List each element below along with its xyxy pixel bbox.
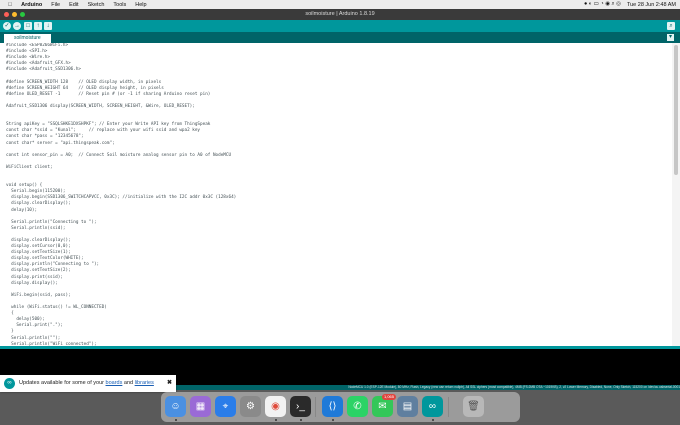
code-editor[interactable]: #include <ESP8266WiFi.h> #include <SPI.h… (0, 43, 672, 346)
running-indicator (175, 419, 177, 421)
new-sketch-button[interactable]: □ (24, 22, 32, 30)
chrome-icon[interactable]: ◉ (265, 396, 286, 417)
open-sketch-button[interactable]: ↑ (34, 22, 42, 30)
menu-tools[interactable]: Tools (113, 2, 126, 8)
minimize-window-icon[interactable] (12, 12, 17, 17)
code-text[interactable]: #include <ESP8266WiFi.h> #include <SPI.h… (6, 43, 670, 346)
save-sketch-button[interactable]: ↓ (44, 22, 52, 30)
toolbar: ✓ → □ ↑ ↓ ⌕ (0, 20, 680, 32)
close-notification-icon[interactable]: ✖ (167, 379, 172, 386)
upload-button[interactable]: → (13, 22, 21, 30)
finder-icon[interactable]: ☺ (165, 396, 186, 417)
arduino-icon[interactable]: ∞ (422, 396, 443, 417)
system-preferences-icon[interactable]: ⚙ (240, 396, 261, 417)
notification-text: Updates available for some of your board… (19, 380, 154, 386)
close-window-icon[interactable] (4, 12, 9, 17)
running-indicator (432, 419, 434, 421)
serial-monitor-button[interactable]: ⌕ (667, 22, 675, 30)
vscode-icon[interactable]: ⟨⟩ (322, 396, 343, 417)
menu-app-name[interactable]: Arduino (21, 2, 42, 8)
boards-link[interactable]: boards (106, 380, 123, 386)
tab-bar: soilmoisture ▾ (0, 32, 680, 43)
dock: ☺ ▦ ⌖ ⚙ ◉ ›_ ⟨⟩ ✆ ✉ 1,065 ▤ ∞ 🗑 (161, 392, 520, 422)
scrollbar-thumb[interactable] (674, 45, 678, 175)
menu-file[interactable]: File (51, 2, 60, 8)
zoom-window-icon[interactable] (20, 12, 25, 17)
update-notification[interactable]: ∞ Updates available for some of your boa… (0, 375, 176, 392)
window-titlebar: soilmoisture | Arduino 1.8.19 (0, 9, 680, 20)
running-indicator (332, 419, 334, 421)
tab-menu-button[interactable]: ▾ (667, 34, 674, 41)
menu-edit[interactable]: Edit (69, 2, 78, 8)
terminal-icon[interactable]: ›_ (290, 396, 311, 417)
menu-help[interactable]: Help (135, 2, 146, 8)
launchpad-icon[interactable]: ▦ (190, 396, 211, 417)
messages-icon[interactable]: ✉ 1,065 (372, 394, 396, 417)
status-icons[interactable]: ● ◐ ▭ ◔ ◉ ⌕ ◎ (584, 1, 621, 8)
apple-menu-icon[interactable]:  (8, 2, 12, 8)
messages-badge: 1,065 (381, 394, 396, 400)
running-indicator (275, 419, 277, 421)
board-config-text: NodeMCU 1.0 (ESP-12E Module), 80 MHz, Fl… (348, 385, 680, 389)
tab-soilmoisture[interactable]: soilmoisture (4, 34, 51, 43)
verify-button[interactable]: ✓ (3, 22, 11, 30)
window-title: soilmoisture | Arduino 1.8.19 (305, 11, 375, 17)
running-indicator (300, 419, 302, 421)
safari-icon[interactable]: ⌖ (215, 396, 236, 417)
dock-separator (448, 397, 449, 417)
arduino-logo-icon: ∞ (4, 378, 15, 389)
preview-icon[interactable]: ▤ (397, 396, 418, 417)
menu-sketch[interactable]: Sketch (88, 2, 105, 8)
trash-icon[interactable]: 🗑 (463, 396, 484, 417)
whatsapp-icon[interactable]: ✆ (347, 396, 368, 417)
menu-bar:  Arduino File Edit Sketch Tools Help ● … (0, 0, 680, 9)
libraries-link[interactable]: libraries (135, 380, 154, 386)
clock[interactable]: Tue 28 Jun 2:48 AM (627, 2, 676, 8)
editor-scrollbar[interactable] (672, 43, 680, 346)
dock-separator (315, 397, 316, 417)
